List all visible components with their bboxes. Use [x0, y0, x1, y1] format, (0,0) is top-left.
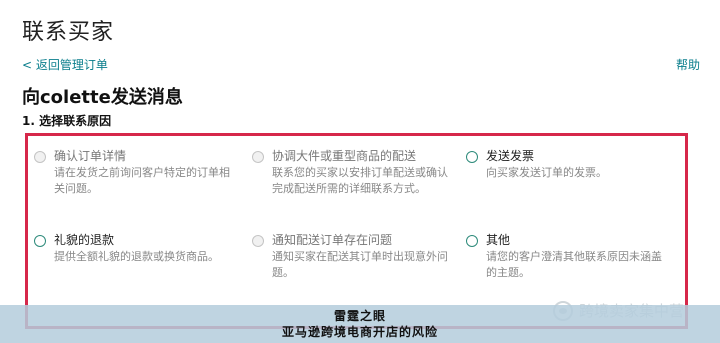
radio-button [252, 151, 264, 163]
send-message-heading: 向colette发送消息 [22, 87, 183, 108]
reason-description: 通知买家在配送其订单时出现意外问题。 [272, 250, 448, 279]
page-title: 联系买家 [22, 20, 115, 45]
reason-description: 联系您的买家以安排订单配送或确认完成配送所需的详细联系方式。 [272, 166, 448, 195]
reason-courtesy-refund[interactable]: 礼貌的退款 提供全额礼貌的退款或换货商品。 [34, 232, 234, 265]
reason-delivery-problem: 通知配送订单存在问题 通知买家在配送其订单时出现意外问题。 [252, 232, 452, 281]
reason-other[interactable]: 其他 请您的客户澄清其他联系原因未涵盖的主题。 [466, 232, 666, 281]
back-to-manage-orders-link[interactable]: < 返回管理订单 [22, 56, 108, 73]
reason-label[interactable]: 其他 [486, 232, 662, 248]
reason-coordinate-large-delivery: 协调大件或重型商品的配送 联系您的买家以安排订单配送或确认完成配送所需的详细联系… [252, 148, 452, 197]
radio-button[interactable] [466, 235, 478, 247]
radio-button[interactable] [34, 235, 46, 247]
radio-button[interactable] [466, 151, 478, 163]
help-link[interactable]: 帮助 [676, 56, 700, 73]
reason-description: 请您的客户澄清其他联系原因未涵盖的主题。 [486, 250, 662, 279]
reason-confirm-order-details: 确认订单详情 请在发货之前询问客户特定的订单相关问题。 [34, 148, 234, 197]
caption-banner: 雷霆之眼 亚马逊跨境电商开店的风险 [0, 305, 720, 343]
contact-buyer-page: 联系买家 < 返回管理订单 帮助 向colette发送消息 1. 选择联系原因 … [0, 0, 720, 343]
reason-description: 提供全额礼貌的退款或换货商品。 [54, 250, 219, 263]
banner-subtitle: 亚马逊跨境电商开店的风险 [281, 325, 438, 339]
reason-label[interactable]: 发送发票 [486, 148, 662, 164]
reason-label: 确认订单详情 [54, 149, 127, 163]
reason-description: 向买家发送订单的发票。 [486, 166, 607, 179]
reason-send-invoice[interactable]: 发送发票 向买家发送订单的发票。 [466, 148, 666, 181]
banner-title: 雷霆之眼 [333, 309, 386, 323]
reason-label[interactable]: 礼貌的退款 [54, 232, 230, 248]
radio-button [252, 235, 264, 247]
radio-button [34, 151, 46, 163]
reason-label: 通知配送订单存在问题 [272, 233, 393, 247]
step-select-reason: 1. 选择联系原因 [22, 114, 112, 128]
reason-label: 协调大件或重型商品的配送 [272, 149, 417, 163]
reason-description: 请在发货之前询问客户特定的订单相关问题。 [54, 166, 230, 195]
